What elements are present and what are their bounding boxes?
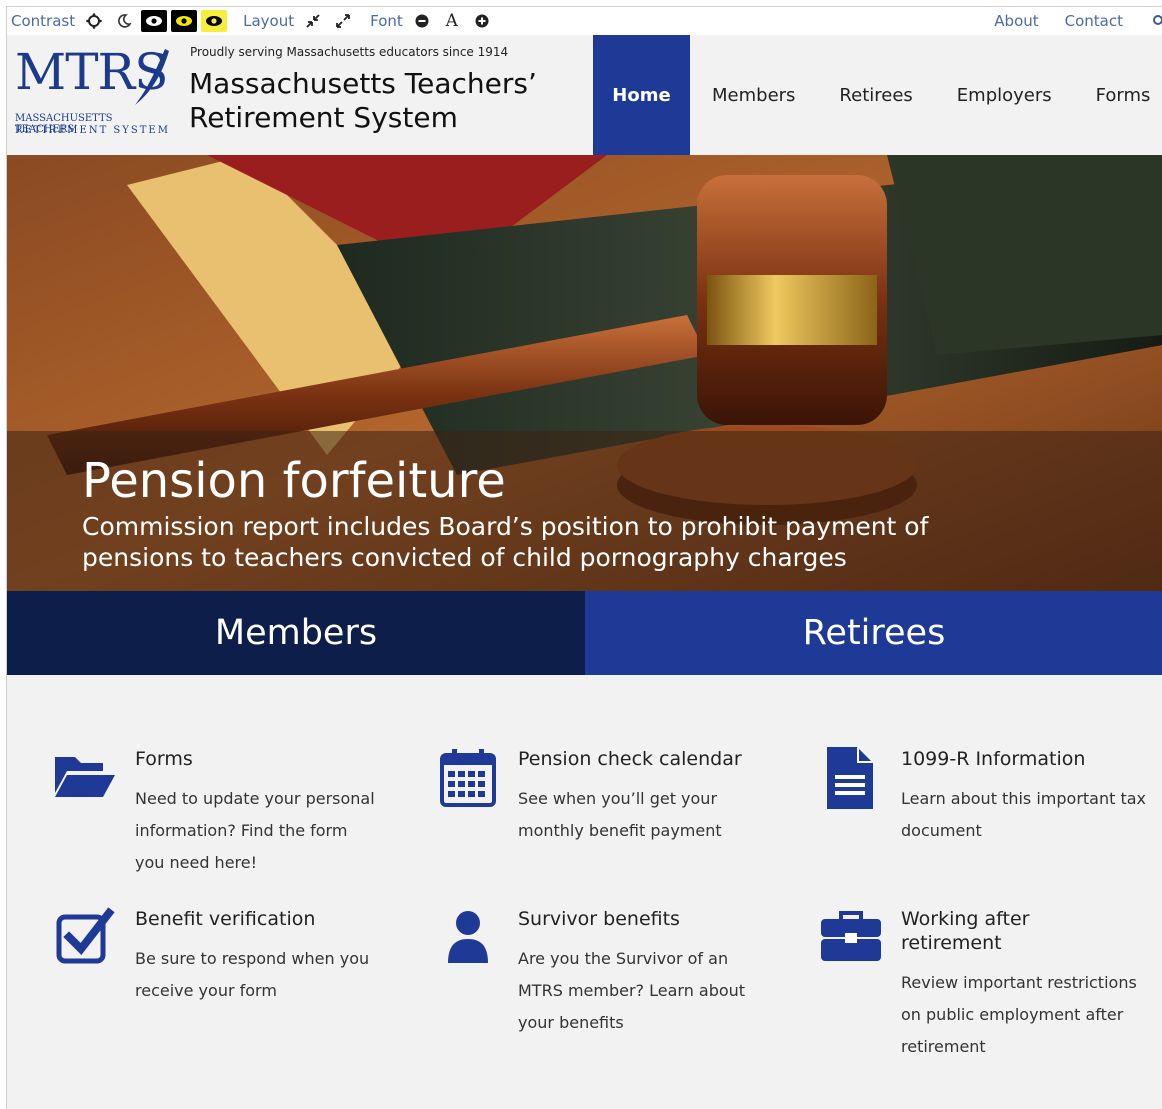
card-title: 1099-R Information xyxy=(901,748,1086,770)
font-increase-icon[interactable] xyxy=(469,10,495,32)
contact-link[interactable]: Contact xyxy=(1065,12,1123,30)
night-mode-icon[interactable] xyxy=(111,10,137,32)
site-header: MTRS MASSACHUSETTS TEACHERS' RETIREMENT … xyxy=(7,35,1162,155)
card-title: Survivor benefits xyxy=(518,908,680,930)
yellow-on-black-eye-icon[interactable] xyxy=(171,10,198,32)
card-description: Review important restrictions on public … xyxy=(901,973,1137,1056)
layout-label: Layout xyxy=(243,12,295,30)
high-contrast-eye-icon[interactable] xyxy=(141,10,168,32)
card-description: Are you the Survivor of an MTRS member? … xyxy=(518,949,746,1032)
nav-retirees[interactable]: Retirees xyxy=(817,35,934,155)
forms-card[interactable]: Forms Need to update your personal infor… xyxy=(53,747,383,887)
layout-wide-icon[interactable] xyxy=(330,10,356,32)
briefcase-icon xyxy=(821,911,881,961)
person-icon xyxy=(448,911,488,963)
working-after-retirement-card[interactable]: Working after retirement Review importan… xyxy=(819,907,1149,1097)
card-description: Learn about this important tax document xyxy=(901,789,1147,840)
card-description: Need to update your personal information… xyxy=(135,789,375,872)
checkbox-icon xyxy=(56,907,115,964)
search-icon[interactable] xyxy=(1149,10,1162,32)
page: Contrast Layout Font A About Contact MTR… xyxy=(6,6,1162,1109)
card-title: Benefit verification xyxy=(135,908,316,930)
benefit-verification-card[interactable]: Benefit verification Be sure to respond … xyxy=(53,907,383,1017)
tagline: Proudly serving Massachusetts educators … xyxy=(190,45,509,59)
hero-subtitle: Commission report includes Board’s posit… xyxy=(82,512,929,572)
layout-narrow-icon[interactable] xyxy=(300,10,326,32)
retirees-button[interactable]: Retirees xyxy=(585,591,1162,675)
nav-home[interactable]: Home xyxy=(593,35,690,155)
card-title: Forms xyxy=(135,748,193,770)
folder-open-icon xyxy=(55,757,115,797)
accessibility-toolbar: Contrast Layout Font A About Contact xyxy=(7,7,1162,35)
nav-members[interactable]: Members xyxy=(690,35,817,155)
black-on-yellow-eye-icon[interactable] xyxy=(201,10,228,32)
document-icon xyxy=(827,747,873,809)
members-button[interactable]: Members xyxy=(7,591,585,675)
nav-employers[interactable]: Employers xyxy=(935,35,1074,155)
survivor-benefits-card[interactable]: Survivor benefits Are you the Survivor o… xyxy=(436,907,766,1047)
site-name[interactable]: Massachusetts Teachers’ Retirement Syste… xyxy=(189,67,589,135)
audience-buttons: Members Retirees xyxy=(7,591,1162,675)
font-reset-button[interactable]: A xyxy=(439,10,465,32)
font-decrease-icon[interactable] xyxy=(409,10,435,32)
contrast-label: Contrast xyxy=(11,12,76,30)
hero-banner[interactable]: Pension forfeiture Commission report inc… xyxy=(7,155,1162,591)
font-label: Font xyxy=(370,12,403,30)
pension-calendar-card[interactable]: Pension check calendar See when you’ll g… xyxy=(436,747,766,857)
calendar-icon xyxy=(440,749,496,807)
logo-swoosh-icon xyxy=(135,49,169,105)
nav-forms[interactable]: Forms xyxy=(1074,35,1162,155)
card-description: See when you’ll get your monthly benefit… xyxy=(518,789,722,840)
about-link[interactable]: About xyxy=(994,12,1038,30)
main-nav: Home Members Retirees Employers Forms xyxy=(593,35,1162,155)
tax-info-card[interactable]: 1099-R Information Learn about this impo… xyxy=(819,747,1149,857)
logo-subtitle-2: RETIREMENT SYSTEM xyxy=(15,125,170,136)
mtrs-logo[interactable]: MTRS MASSACHUSETTS TEACHERS' RETIREMENT … xyxy=(11,41,171,141)
hero-title[interactable]: Pension forfeiture xyxy=(82,453,506,509)
card-title: Pension check calendar xyxy=(518,748,742,770)
card-title: Working after retirement xyxy=(901,908,1030,954)
card-description: Be sure to respond when you receive your… xyxy=(135,949,370,1000)
contrast-default-icon[interactable] xyxy=(81,10,107,32)
